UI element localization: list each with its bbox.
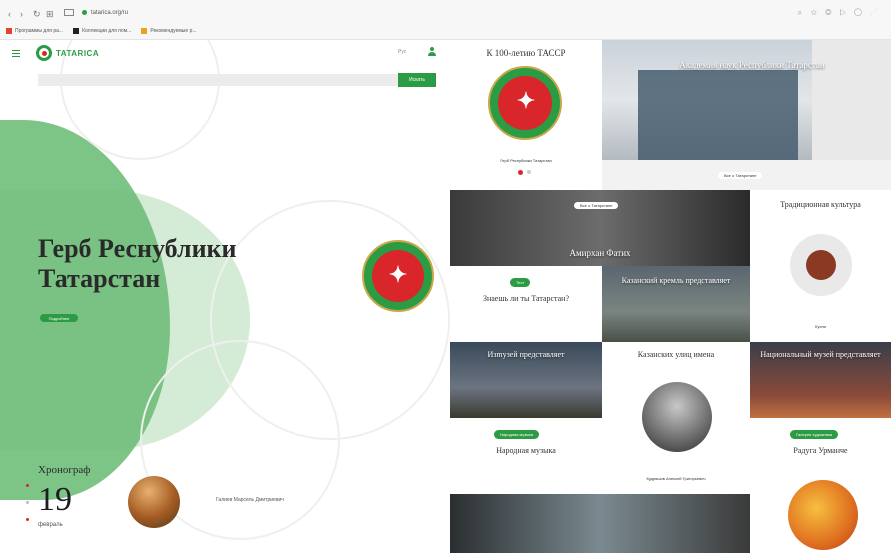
search-button[interactable]: Искать (398, 73, 436, 87)
tile-category-pill[interactable]: Все о Татарстане (574, 202, 619, 209)
tile-category-pill[interactable]: Галерея художника (790, 430, 839, 439)
bookmark-item[interactable]: Программы для ра... (6, 28, 63, 34)
tile-quiz[interactable]: Тест Знаешь ли ты Татарстан? (450, 266, 602, 342)
pager-dot[interactable] (26, 484, 29, 487)
site-logo[interactable]: TATARICA (36, 45, 99, 61)
user-icon[interactable] (428, 47, 436, 56)
bookmark-item[interactable]: Коллекции для пом... (73, 28, 131, 34)
tile-urmanche[interactable]: Галерея художника Радуга Урманче (750, 418, 891, 553)
search-input[interactable] (38, 74, 398, 86)
bookmark-item[interactable]: Рекомендуемые р... (141, 28, 197, 34)
tile-category-pill[interactable]: Народная музыка (494, 430, 540, 439)
logo-icon (36, 45, 52, 61)
tile-fatih[interactable]: Все о Татарстане Амирхан Фатих (450, 190, 750, 266)
painting-photo (788, 480, 858, 550)
tile-instrument[interactable] (450, 494, 750, 553)
tile-category-pill[interactable]: Тест (510, 278, 531, 287)
secure-icon (82, 9, 87, 15)
portrait-photo (642, 382, 712, 452)
url-text: tatarica.org/ru (91, 10, 129, 16)
chronograph-pager[interactable] (26, 484, 30, 535)
hero-panel: TATARICA Рус Искать Герб Реснублики Тата… (0, 40, 450, 553)
browser-chrome: ‹ › ↻ ⊞ tatarica.org/ru ⌕ ☆ ◎ ▷ ◯ ⋰ Прог… (0, 0, 891, 40)
tab-grid-icon (64, 8, 74, 16)
pager-dot[interactable] (26, 518, 29, 521)
pager-dot[interactable] (518, 170, 523, 175)
hero-title: Герб Реснублики Татарстан (38, 234, 237, 293)
extension-icons[interactable]: ⌕ ☆ ◎ ▷ ◯ ⋰ (798, 8, 881, 18)
tile-izmuzey[interactable]: Изmузей представляет (450, 342, 602, 418)
hero-more-button[interactable]: Подробнее (40, 314, 78, 322)
tile-national[interactable]: Национальный музей представляет (750, 342, 891, 418)
chronograph-photo[interactable] (128, 476, 180, 528)
tile-streets[interactable]: Казанских улиц имена Кудряшов Алексей Гр… (602, 342, 750, 494)
chronograph-month: февраль (38, 522, 63, 528)
tile-academy[interactable]: Академия наук Республики Татарстан Все о… (602, 40, 891, 190)
bookmark-icon (73, 28, 80, 34)
apps-icon[interactable]: ⊞ (46, 9, 54, 20)
reload-icon[interactable]: ↻ (33, 9, 41, 20)
academy-photo (638, 70, 798, 160)
back-icon[interactable]: ‹ (8, 9, 11, 19)
pager-dot[interactable] (527, 170, 531, 174)
chronograph-title: Хронограф (38, 464, 91, 476)
address-bar[interactable]: tatarica.org/ru (64, 6, 754, 20)
bookmarks-bar: Программы для ра... Коллекции для пом...… (6, 26, 197, 36)
tile-music[interactable]: Народная музыка Народная музыка (450, 418, 602, 494)
tatarstan-emblem-icon: ✦ (362, 240, 434, 312)
menu-icon[interactable] (12, 50, 20, 59)
site-header: TATARICA Рус (0, 40, 450, 68)
pager-dot[interactable] (26, 501, 29, 504)
tile-culture[interactable]: Традиционная культура Кухня (750, 190, 891, 342)
tile-category-pill[interactable]: Все о Татарстане (718, 172, 763, 179)
bookmark-icon (6, 28, 12, 34)
bookmark-icon (141, 28, 148, 34)
tile-kremlin[interactable]: Казанский кремль представляет (602, 266, 750, 342)
forward-icon[interactable]: › (20, 9, 23, 19)
dish-photo (790, 234, 852, 296)
chronograph-person[interactable]: Галиев Марсель Дмитриевич (216, 497, 284, 503)
tile-tassr[interactable]: К 100-летию ТАССР ✦ Герб Республики Тата… (450, 40, 602, 190)
language-switch[interactable]: Рус (398, 49, 406, 55)
tatarstan-emblem-icon: ✦ (488, 66, 562, 140)
chronograph-day: 19 (38, 481, 72, 518)
